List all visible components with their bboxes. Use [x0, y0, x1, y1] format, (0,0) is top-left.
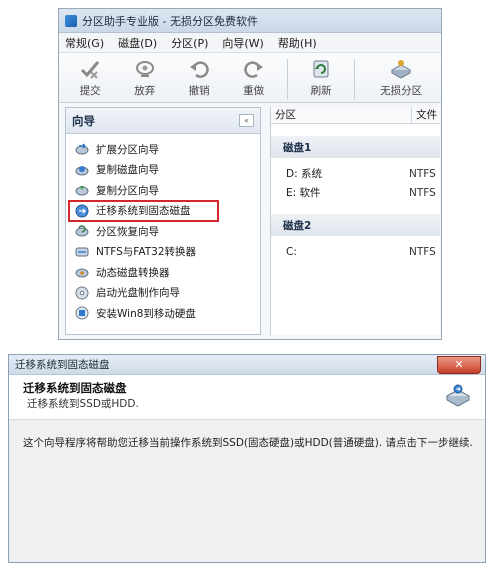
wizard-item-label: 启动光盘制作向导: [96, 287, 180, 300]
menu-general[interactable]: 常规(G): [65, 35, 104, 51]
discard-label: 放弃: [134, 85, 156, 97]
wizard-item-migrate-os[interactable]: 迁移系统到固态磁盘: [68, 199, 219, 222]
partition-row[interactable]: C: NTFS: [271, 242, 440, 261]
partition-name: C:: [286, 245, 297, 258]
submit-button[interactable]: 提交: [63, 57, 117, 98]
toolbar-separator-2: [354, 59, 356, 99]
dialog-subheading: 迁移系统到SSD或HDD.: [27, 398, 139, 410]
partition-grid: 分区 文件 磁盘1 D: 系统 NTFS E: 软件 NTFS 磁盘2 C: N…: [270, 107, 440, 335]
wizard-item-ntfs-fat32[interactable]: NTFS与FAT32转换器: [66, 242, 260, 263]
install-win8-icon: [75, 306, 89, 320]
extend-partition-icon: [75, 142, 89, 156]
dialog-body-text: 这个向导程序将帮助您迁移当前操作系统到SSD(固态硬盘)或HDD(普通硬盘). …: [23, 437, 473, 449]
wizard-item-install-win8[interactable]: 安装Win8到移动硬盘: [66, 303, 260, 324]
wizard-item-copy-partition[interactable]: 复制分区向导: [66, 180, 260, 201]
wizard-item-label: 复制分区向导: [96, 184, 159, 197]
wizard-panel-header: 向导 «: [66, 108, 260, 134]
redo-label: 重做: [243, 85, 265, 97]
column-header-filesystem[interactable]: 文件: [412, 107, 440, 123]
partition-row[interactable]: E: 软件 NTFS: [271, 183, 440, 202]
migrate-os-icon: [75, 204, 89, 218]
converter-icon: [75, 245, 89, 259]
partition-filesystem: NTFS: [409, 245, 436, 258]
discard-icon: [133, 57, 157, 81]
discard-button[interactable]: 放弃: [117, 57, 171, 98]
wizard-item-partition-recovery[interactable]: 分区恢复向导: [66, 221, 260, 242]
submit-label: 提交: [79, 85, 101, 97]
check-arrow-icon: [78, 57, 102, 81]
wizard-item-label: 扩展分区向导: [96, 143, 159, 156]
undo-button[interactable]: 撤销: [172, 57, 226, 98]
wizard-item-label: 分区恢复向导: [96, 225, 159, 238]
copy-disk-icon: [75, 163, 89, 177]
disk-row[interactable]: 磁盘2: [271, 214, 440, 236]
partition-name: D: 系统: [286, 168, 322, 180]
wizard-item-boot-disc[interactable]: 启动光盘制作向导: [66, 283, 260, 304]
grid-header: 分区 文件: [271, 107, 440, 124]
undo-label: 撤销: [188, 85, 210, 97]
wizard-item-extend-partition[interactable]: 扩展分区向导: [66, 139, 260, 160]
dialog-title-bar: 迁移系统到固态磁盘 ✕: [9, 355, 485, 375]
redo-icon: [242, 57, 266, 81]
refresh-label: 刷新: [310, 85, 332, 97]
wizard-item-label: NTFS与FAT32转换器: [96, 246, 197, 259]
wizard-item-copy-disk[interactable]: 复制磁盘向导: [66, 160, 260, 181]
wizard-item-label: 安装Win8到移动硬盘: [96, 307, 196, 320]
wizard-item-label: 动态磁盘转换器: [96, 266, 170, 279]
refresh-button[interactable]: 刷新: [294, 57, 348, 98]
migrate-os-dialog: 迁移系统到固态磁盘 ✕ 迁移系统到固态磁盘 迁移系统到SSD或HDD. 这个向导…: [8, 354, 486, 563]
column-header-partition[interactable]: 分区: [271, 107, 413, 123]
dialog-heading: 迁移系统到固态磁盘: [23, 381, 127, 395]
app-window: 分区助手专业版 - 无损分区免费软件 常规(G) 磁盘(D) 分区(P) 向导(…: [58, 8, 442, 340]
disk-row[interactable]: 磁盘1: [271, 136, 440, 158]
boot-disc-icon: [75, 286, 89, 300]
lossless-partition-icon: [389, 57, 413, 81]
wizard-list: 扩展分区向导 复制磁盘向导 复制分区向导 迁移系统到固态磁盘 分区恢复向导 NT…: [66, 134, 260, 324]
lossless-partition-button[interactable]: 无损分区: [361, 57, 441, 98]
menu-help[interactable]: 帮助(H): [278, 35, 317, 51]
wizard-item-dynamic-disk[interactable]: 动态磁盘转换器: [66, 262, 260, 283]
app-title: 分区助手专业版 - 无损分区免费软件: [82, 14, 258, 28]
app-title-bar: 分区助手专业版 - 无损分区免费软件: [59, 9, 441, 33]
menu-disk[interactable]: 磁盘(D): [118, 35, 157, 51]
collapse-button[interactable]: «: [239, 114, 254, 127]
partition-filesystem: NTFS: [409, 186, 436, 199]
app-logo-icon: [65, 14, 77, 27]
partition-recovery-icon: [75, 224, 89, 238]
menu-wizard[interactable]: 向导(W): [222, 35, 263, 51]
partition-filesystem: NTFS: [409, 167, 436, 180]
toolbar: 提交 放弃 撤销 重做 刷新 无损分区: [59, 53, 441, 103]
wizard-panel: 向导 « 扩展分区向导 复制磁盘向导 复制分区向导 迁移系统到固态磁盘 分区恢复…: [65, 107, 261, 335]
lossless-partition-label: 无损分区: [380, 85, 423, 97]
undo-icon: [187, 57, 211, 81]
close-button[interactable]: ✕: [437, 355, 481, 374]
dialog-header: 迁移系统到固态磁盘 迁移系统到SSD或HDD.: [9, 375, 485, 420]
toolbar-separator: [286, 59, 288, 99]
partition-name: E: 软件: [286, 187, 321, 199]
menu-partition[interactable]: 分区(P): [171, 35, 208, 51]
wizard-item-label: 迁移系统到固态磁盘: [96, 205, 191, 218]
refresh-icon: [309, 57, 333, 81]
dynamic-disk-icon: [75, 265, 89, 279]
partition-row[interactable]: D: 系统 NTFS: [271, 164, 440, 183]
redo-button[interactable]: 重做: [226, 57, 280, 98]
dialog-window-title: 迁移系统到固态磁盘: [15, 359, 110, 371]
wizard-panel-title: 向导: [72, 113, 95, 128]
menu-bar: 常规(G) 磁盘(D) 分区(P) 向导(W) 帮助(H): [59, 33, 441, 53]
copy-partition-icon: [75, 183, 89, 197]
migrate-os-icon: [445, 383, 471, 409]
wizard-item-label: 复制磁盘向导: [96, 164, 159, 177]
